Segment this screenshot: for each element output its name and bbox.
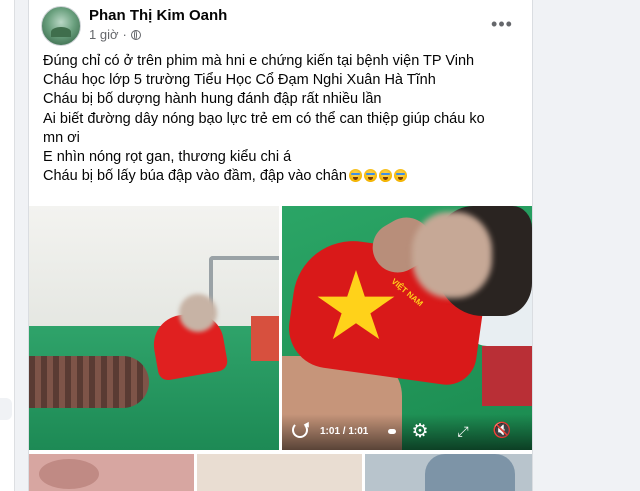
author-name[interactable]: Phan Thị Kim Oanh bbox=[89, 7, 227, 24]
more-options-icon[interactable]: ••• bbox=[488, 10, 516, 38]
crying-face-emoji bbox=[348, 169, 362, 183]
blurred-face bbox=[179, 294, 217, 332]
sidebar-scroll-bump bbox=[0, 398, 12, 420]
post-time[interactable]: 1 giờ bbox=[89, 27, 119, 42]
crying-face-emoji bbox=[363, 169, 377, 183]
post-line-2: Cháu học lớp 5 trường Tiểu Học Cổ Đạm Ng… bbox=[43, 72, 436, 89]
settings-gear-icon[interactable]: ⚙ bbox=[409, 421, 431, 443]
left-sidebar-edge bbox=[0, 0, 15, 491]
crying-face-emoji bbox=[393, 169, 407, 183]
red-cloth bbox=[482, 346, 532, 406]
globe-icon[interactable] bbox=[130, 29, 141, 40]
progress-handle[interactable] bbox=[388, 429, 396, 434]
post-photo-5[interactable] bbox=[365, 454, 532, 491]
post-line-5: mn ơi bbox=[43, 129, 80, 146]
blurred-face bbox=[412, 212, 492, 298]
crying-face-emoji bbox=[378, 169, 392, 183]
post-video[interactable]: VIỆT NAM 1:01 / 1:01 ⚙ ⤢ 🔇 bbox=[282, 206, 532, 450]
replay-icon[interactable] bbox=[292, 422, 308, 438]
post-card: Phan Thị Kim Oanh 1 giờ · ••• Đúng chỉ c… bbox=[28, 0, 533, 491]
fullscreen-icon[interactable]: ⤢ bbox=[454, 422, 472, 440]
post-line-7: Cháu bị bố lấy búa đập vào đầm, đập vào … bbox=[43, 167, 521, 186]
post-line-4: Ai biết đường dây nóng bạo lực trẻ em có… bbox=[43, 110, 485, 127]
video-controls: 1:01 / 1:01 ⚙ ⤢ 🔇 bbox=[282, 414, 532, 450]
post-line-7-text: Cháu bị bố lấy búa đập vào đầm, đập vào … bbox=[43, 168, 347, 185]
avatar[interactable] bbox=[41, 6, 81, 46]
post-photo-1[interactable] bbox=[29, 206, 279, 450]
video-time: 1:01 / 1:01 bbox=[320, 426, 369, 437]
post-photo-3[interactable] bbox=[29, 454, 194, 491]
bed-rail bbox=[209, 256, 279, 315]
meta-separator: · bbox=[122, 27, 127, 42]
mute-icon[interactable]: 🔇 bbox=[492, 422, 512, 440]
post-text: Đúng chỉ có ở trên phim mà hni e chứng k… bbox=[43, 52, 521, 186]
child-pants bbox=[29, 356, 149, 408]
post-line-1: Đúng chỉ có ở trên phim mà hni e chứng k… bbox=[43, 53, 475, 69]
post-photo-4[interactable] bbox=[197, 454, 362, 491]
post-meta: 1 giờ · bbox=[89, 27, 141, 42]
red-bag bbox=[251, 316, 279, 361]
post-header: Phan Thị Kim Oanh 1 giờ · ••• bbox=[29, 0, 532, 46]
photo-detail bbox=[425, 454, 515, 491]
photo-detail bbox=[39, 459, 99, 489]
post-line-6: E nhìn nóng rọt gan, thương kiểu chi á bbox=[43, 149, 292, 166]
post-line-3: Cháu bị bố dượng hành hung đánh đập rất … bbox=[43, 91, 382, 108]
